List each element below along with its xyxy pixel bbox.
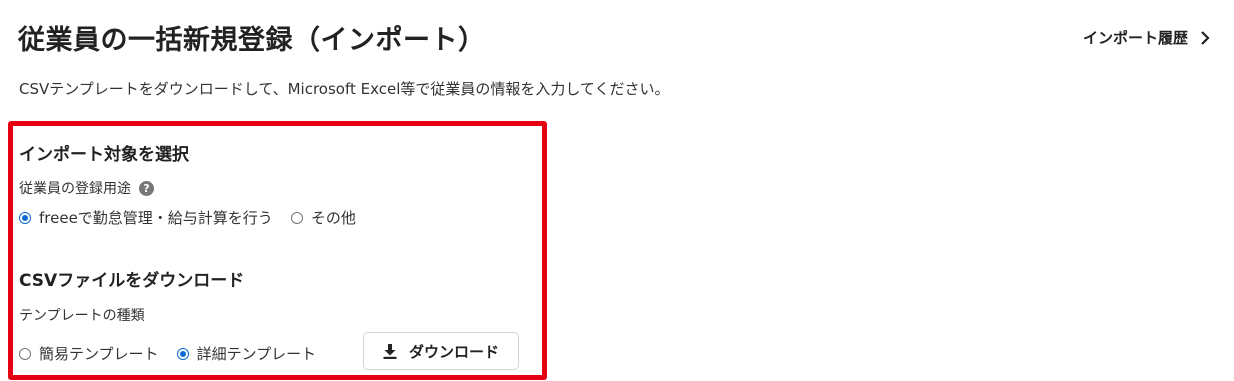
csv-download-heading: CSVファイルをダウンロード <box>19 271 245 291</box>
radio-option-other[interactable]: その他 <box>290 207 356 228</box>
radio-label: 詳細テンプレート <box>196 345 317 363</box>
radio-option-detailed-template[interactable]: 詳細テンプレート <box>176 343 317 364</box>
download-icon <box>383 343 397 359</box>
import-history-link[interactable]: インポート履歴 <box>1083 27 1210 48</box>
template-type-text: テンプレートの種類 <box>19 308 145 324</box>
radio-option-attendance-payroll[interactable]: freeeで勤怠管理・給与計算を行う <box>19 207 273 228</box>
page: 従業員の一括新規登録（インポート） インポート履歴 CSVテンプレートをダウンロ… <box>0 0 1234 381</box>
import-target-heading: インポート対象を選択 <box>19 145 189 165</box>
radio-label: その他 <box>310 209 356 227</box>
usage-radio-group: freeeで勤怠管理・給与計算を行う その他 <box>19 207 356 228</box>
radio-label: freeeで勤怠管理・給与計算を行う <box>39 209 273 227</box>
radio-button-selected[interactable] <box>19 211 31 224</box>
help-icon[interactable]: ? <box>139 180 154 196</box>
import-history-label: インポート履歴 <box>1082 29 1188 47</box>
template-radio-group: 簡易テンプレート 詳細テンプレート <box>19 343 316 364</box>
download-button-label: ダウンロード <box>408 342 499 361</box>
radio-button-selected[interactable] <box>176 347 189 360</box>
usage-field-label: 従業員の登録用途 ? <box>19 178 154 198</box>
instruction-text: CSVテンプレートをダウンロードして、Microsoft Excel等で従業員の… <box>19 80 670 98</box>
page-title: 従業員の一括新規登録（インポート） <box>18 25 486 56</box>
radio-option-simple-template[interactable]: 簡易テンプレート <box>19 343 159 364</box>
download-button[interactable]: ダウンロード <box>363 332 519 370</box>
template-type-label: テンプレートの種類 <box>19 305 145 325</box>
usage-label-text: 従業員の登録用途 <box>19 181 131 197</box>
radio-button[interactable] <box>290 211 303 224</box>
radio-button[interactable] <box>19 347 31 360</box>
chevron-right-icon <box>1201 30 1210 45</box>
radio-label: 簡易テンプレート <box>39 345 159 363</box>
